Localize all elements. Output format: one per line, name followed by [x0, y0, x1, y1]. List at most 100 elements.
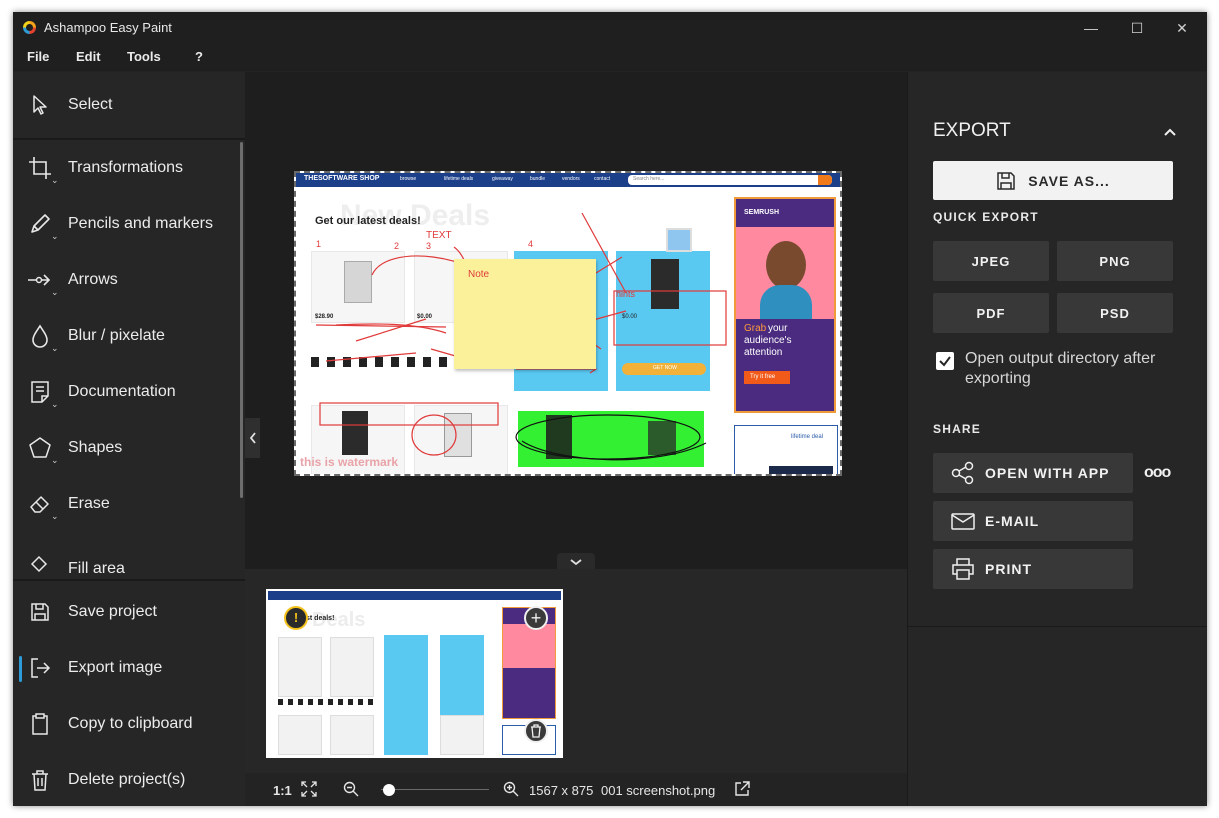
annotation-hints: hints: [616, 289, 636, 299]
zoom-out-icon[interactable]: [343, 781, 359, 800]
document-canvas[interactable]: THESOFTWARE SHOP browse lifetime deals g…: [294, 171, 842, 476]
divider: [13, 138, 245, 140]
print-label: PRINT: [985, 561, 1032, 577]
zoom-slider-track[interactable]: [381, 789, 489, 790]
pencil-icon: [27, 211, 53, 237]
menu-tools[interactable]: Tools: [127, 49, 161, 64]
minimize-button[interactable]: —: [1074, 16, 1108, 40]
blur-drop-icon: [27, 323, 53, 349]
delete-thumbnail-button[interactable]: [524, 719, 548, 743]
email-label: E-MAIL: [985, 513, 1040, 529]
tool-label: Arrows: [68, 271, 118, 288]
menu-help[interactable]: ?: [195, 49, 203, 64]
file-name: 001 screenshot.png: [601, 783, 716, 798]
tool-panel: Select ⌄ Transformations ⌄ Pencils and m…: [13, 72, 245, 806]
action-copy-clipboard[interactable]: Copy to clipboard: [13, 699, 241, 749]
app-logo-icon: [23, 21, 36, 34]
tool-arrows[interactable]: ⌄ Arrows: [13, 255, 241, 305]
warning-icon[interactable]: !: [284, 606, 308, 630]
more-options-icon[interactable]: ooo: [1144, 464, 1171, 482]
print-button[interactable]: PRINT: [933, 549, 1133, 589]
action-save-project[interactable]: Save project: [13, 587, 241, 637]
tool-pencils[interactable]: ⌄ Pencils and markers: [13, 199, 241, 249]
menu-file[interactable]: File: [27, 49, 49, 64]
tool-label: Shapes: [68, 439, 123, 456]
action-label: Save project: [68, 603, 157, 620]
export-title: EXPORT: [933, 120, 1011, 141]
quick-export-label: QUICK EXPORT: [933, 210, 1039, 224]
annotation-text: TEXT: [426, 230, 452, 241]
tool-blur[interactable]: ⌄ Blur / pixelate: [13, 311, 241, 361]
project-thumbnail[interactable]: Deals st deals! ! +: [266, 589, 563, 758]
sticky-note[interactable]: Note: [454, 259, 596, 369]
open-directory-checkbox[interactable]: [936, 352, 954, 370]
collapse-panel-button[interactable]: [245, 418, 260, 458]
tool-label: Pencils and markers: [68, 215, 213, 232]
collapse-export-icon[interactable]: [1163, 124, 1177, 142]
clipboard-icon: [27, 711, 53, 737]
action-label: Delete project(s): [68, 771, 186, 788]
tool-scrollbar[interactable]: [240, 142, 243, 498]
export-jpeg-button[interactable]: JPEG: [933, 241, 1049, 281]
trash-icon: [531, 724, 541, 738]
printer-icon: [952, 558, 974, 580]
share-icon: [951, 461, 974, 485]
save-as-button[interactable]: SAVE AS...: [933, 161, 1173, 200]
email-button[interactable]: E-MAIL: [933, 501, 1133, 541]
export-icon: [27, 655, 53, 681]
open-with-app-label: OPEN WITH APP: [985, 465, 1110, 481]
tool-erase[interactable]: ⌄ Erase: [13, 479, 241, 529]
open-directory-label[interactable]: Open output directory after exporting: [965, 349, 1175, 389]
submenu-chevron-icon: ⌄: [51, 511, 59, 521]
tool-transformations[interactable]: ⌄ Transformations: [13, 143, 241, 193]
crop-icon: [27, 155, 53, 181]
annotation-number: 2: [394, 241, 400, 251]
thumbnail-heading: st deals!: [306, 615, 335, 622]
export-png-button[interactable]: PNG: [1057, 241, 1173, 281]
annotation-number: 3: [426, 241, 432, 251]
submenu-chevron-icon: ⌄: [51, 175, 59, 185]
right-panel-footer: [907, 626, 1207, 806]
export-psd-button[interactable]: PSD: [1057, 293, 1173, 333]
add-project-button[interactable]: +: [524, 606, 548, 630]
zoom-slider-handle[interactable]: [383, 784, 395, 796]
menu-edit[interactable]: Edit: [76, 49, 101, 64]
trash-icon: [27, 767, 53, 793]
floppy-icon: [27, 599, 53, 625]
watermark-text: this is watermark: [300, 455, 399, 469]
tool-documentation[interactable]: ⌄ Documentation: [13, 367, 241, 417]
action-export-image[interactable]: Export image: [13, 643, 241, 693]
chevron-left-icon: [249, 432, 256, 444]
pentagon-icon: [27, 435, 53, 461]
chevron-down-icon: [570, 559, 582, 566]
tool-fill-area[interactable]: Fill area: [13, 535, 241, 579]
open-external-icon[interactable]: [734, 781, 750, 800]
open-with-app-button[interactable]: OPEN WITH APP: [933, 453, 1133, 493]
tool-label: Fill area: [68, 560, 125, 577]
submenu-chevron-icon: ⌄: [51, 399, 59, 409]
close-button[interactable]: ✕: [1165, 16, 1199, 40]
status-bar: 1:1 1567 x 875 001 screenshot.png: [245, 773, 907, 806]
fill-bucket-icon: [27, 551, 53, 577]
tool-label: Transformations: [68, 159, 183, 176]
submenu-chevron-icon: ⌄: [51, 287, 59, 297]
export-pdf-button[interactable]: PDF: [933, 293, 1049, 333]
action-delete-projects[interactable]: Delete project(s): [13, 755, 241, 805]
submenu-chevron-icon: ⌄: [51, 343, 59, 353]
eraser-icon: [27, 491, 53, 517]
tool-select[interactable]: Select: [13, 80, 241, 130]
app-window: Ashampoo Easy Paint — ☐ ✕ File Edit Tool…: [13, 12, 1207, 806]
divider: [13, 579, 245, 581]
tool-label: Erase: [68, 495, 110, 512]
annotation-number: 4: [528, 239, 534, 249]
zoom-in-icon[interactable]: [503, 781, 519, 800]
tool-shapes[interactable]: ⌄ Shapes: [13, 423, 241, 473]
actual-size-button[interactable]: 1:1: [273, 783, 292, 798]
export-panel: EXPORT SAVE AS... QUICK EXPORT JPEG PNG …: [907, 72, 1207, 626]
submenu-chevron-icon: ⌄: [51, 231, 59, 241]
submenu-chevron-icon: ⌄: [51, 455, 59, 465]
fit-screen-icon[interactable]: [301, 781, 317, 800]
image-dimensions: 1567 x 875: [529, 783, 594, 798]
maximize-button[interactable]: ☐: [1120, 16, 1154, 40]
action-label: Copy to clipboard: [68, 715, 193, 732]
